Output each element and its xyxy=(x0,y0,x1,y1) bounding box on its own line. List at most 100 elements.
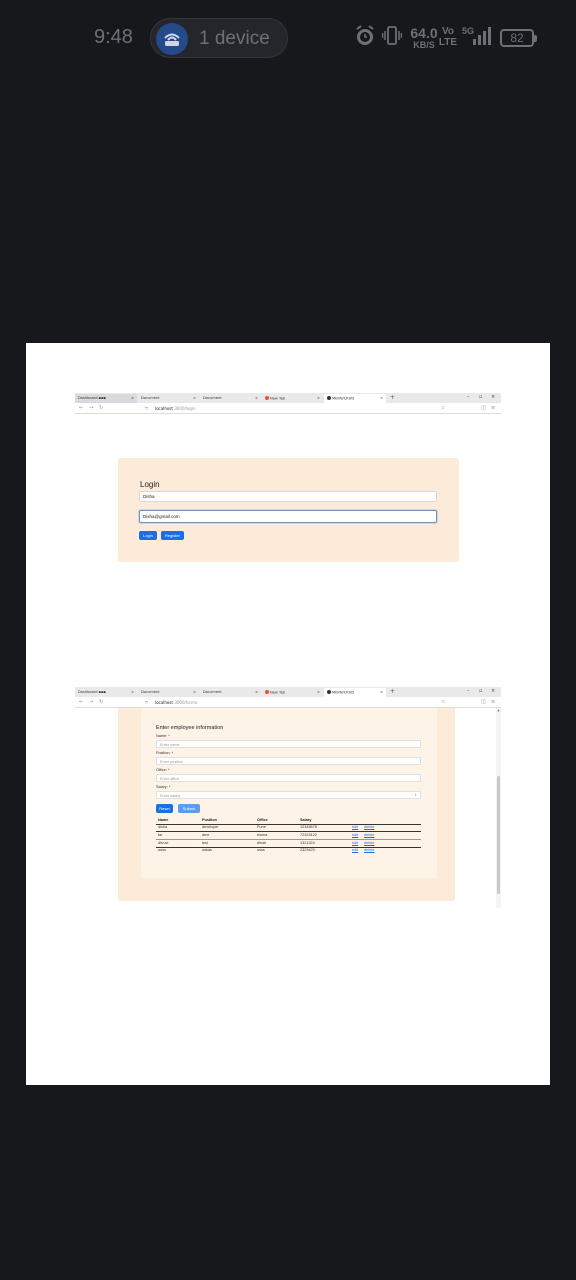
stepper-icon[interactable]: ⇕ xyxy=(414,793,417,797)
alarm-icon xyxy=(356,25,374,45)
forward-icon[interactable]: → xyxy=(89,405,93,411)
signal-icon xyxy=(473,27,491,45)
delete-link[interactable]: delete xyxy=(364,848,374,852)
pocket-icon[interactable]: ◫ xyxy=(481,405,486,411)
username-input[interactable]: Disha xyxy=(139,491,437,502)
column-header: Name xyxy=(158,818,169,822)
star-icon[interactable]: ☆ xyxy=(441,405,445,411)
document-page: Dashboard ▪▪▪ × Document × Document × New T… xyxy=(26,343,550,1085)
browser-tab-active[interactable]: MERN/CRUD × xyxy=(324,394,386,403)
column-header: Salary xyxy=(300,818,312,822)
browser-tab[interactable]: New Tab × xyxy=(262,394,323,403)
employee-screenshot: Dashboard ▪▪▪ × Document × Document × New T… xyxy=(75,687,501,912)
edit-link[interactable]: edit xyxy=(352,833,358,837)
scroll-up-icon[interactable]: ▲ xyxy=(496,708,501,712)
browser-tab[interactable]: Dashboard ▪▪▪ × xyxy=(75,394,137,403)
column-header: Position xyxy=(202,818,217,822)
name-label: Name: * xyxy=(156,734,170,738)
tab-close-icon: × xyxy=(316,396,320,400)
salary-label: Salary: * xyxy=(156,785,171,789)
delete-link[interactable]: delete xyxy=(364,841,374,845)
cast-label: 1 device xyxy=(199,28,270,49)
maximize-icon[interactable]: ▫ xyxy=(479,688,482,694)
tab-close-icon: × xyxy=(379,396,383,400)
tab-close-icon: × xyxy=(192,396,196,400)
tab-close-icon: × xyxy=(379,690,383,694)
github-icon xyxy=(327,690,331,694)
edit-link[interactable]: edit xyxy=(352,825,358,829)
browser-tab[interactable]: Document × xyxy=(138,688,199,697)
office-label: Office: * xyxy=(156,768,170,772)
cast-indicator[interactable]: 1 device xyxy=(150,18,288,58)
new-tab-button[interactable]: + xyxy=(390,688,395,695)
table-divider xyxy=(156,839,421,840)
reload-icon[interactable]: ↻ xyxy=(99,699,103,705)
forward-icon[interactable]: → xyxy=(89,699,93,705)
tab-close-icon: × xyxy=(192,690,196,694)
new-tab-button[interactable]: + xyxy=(390,394,395,401)
star-icon[interactable]: ☆ xyxy=(441,699,445,705)
reload-icon[interactable]: ↻ xyxy=(99,405,103,411)
tab-close-icon: × xyxy=(254,396,258,400)
menu-icon[interactable]: ≡ xyxy=(491,405,495,411)
volte-indicator: Vo LTE xyxy=(438,26,458,48)
delete-link[interactable]: delete xyxy=(364,825,374,829)
close-window-icon[interactable]: × xyxy=(491,688,495,694)
edit-link[interactable]: edit xyxy=(352,841,358,845)
login-title: Login xyxy=(140,480,160,489)
browser-nav-bar: ← → ↻ ⛉ localhost:3000/home ☆ ◫ ≡ xyxy=(75,697,501,708)
browser-nav-bar: ← → ↻ ⛉ localhost:3000/login ☆ ◫ ≡ xyxy=(75,403,501,414)
email-input[interactable]: Disha@gmail.com xyxy=(139,510,437,523)
table-divider xyxy=(156,847,421,848)
browser-tab-bar: Dashboard ▪▪▪ × Document × Document × New T… xyxy=(75,393,501,403)
position-label: Position: * xyxy=(156,751,174,755)
column-header: Office xyxy=(257,818,268,822)
url-bar[interactable]: ⛉ localhost:3000/home xyxy=(145,699,445,706)
position-input[interactable]: Enter position xyxy=(156,757,421,765)
vibrate-icon xyxy=(382,26,402,45)
reset-button[interactable]: Reset xyxy=(156,804,173,813)
pocket-icon[interactable]: ◫ xyxy=(481,699,486,705)
maximize-icon[interactable]: ▫ xyxy=(479,394,482,400)
login-panel: Login Disha Disha@gmail.com Login Regist… xyxy=(118,458,459,562)
minimize-icon[interactable]: – xyxy=(467,688,470,694)
table-divider xyxy=(156,831,421,832)
browser-tab[interactable]: Dashboard ▪▪▪ × xyxy=(75,688,137,697)
edit-link[interactable]: edit xyxy=(352,848,358,852)
back-icon[interactable]: ← xyxy=(79,405,83,411)
browser-tab[interactable]: Document × xyxy=(200,688,261,697)
delete-link[interactable]: delete xyxy=(364,833,374,837)
browser-tab[interactable]: Document × xyxy=(138,394,199,403)
login-button[interactable]: Login xyxy=(139,531,157,540)
back-icon[interactable]: ← xyxy=(79,699,83,705)
status-bar: 9:48 1 device 64.0 KB/S Vo LTE 5G 82 xyxy=(0,0,576,78)
browser-tab[interactable]: Document × xyxy=(200,394,261,403)
github-icon xyxy=(327,396,331,400)
battery-indicator: 82 xyxy=(500,29,537,47)
clock: 9:48 xyxy=(94,26,133,48)
firefox-icon xyxy=(265,396,269,400)
minimize-icon[interactable]: – xyxy=(467,394,470,400)
tab-close-icon: × xyxy=(316,690,320,694)
browser-tab[interactable]: New Tab × xyxy=(262,688,323,697)
office-input[interactable]: Enter office xyxy=(156,774,421,782)
tab-close-icon: × xyxy=(130,396,134,400)
browser-tab-bar: Dashboard ▪▪▪ × Document × Document × New T… xyxy=(75,687,501,697)
table-divider xyxy=(156,824,421,825)
login-screenshot: Dashboard ▪▪▪ × Document × Document × New T… xyxy=(75,393,501,613)
scrollbar-thumb[interactable] xyxy=(497,776,500,894)
page-scrollbar[interactable]: ▲ xyxy=(496,708,501,908)
form-title: Enter employee information xyxy=(156,725,224,731)
shield-icon: ⛉ xyxy=(145,700,148,705)
register-button[interactable]: Register xyxy=(161,531,184,540)
shield-icon: ⛉ xyxy=(145,406,148,411)
menu-icon[interactable]: ≡ xyxy=(491,699,495,705)
employee-panel: Enter employee information Name: * Enter… xyxy=(118,708,455,901)
close-window-icon[interactable]: × xyxy=(491,394,495,400)
tab-close-icon: × xyxy=(254,690,258,694)
salary-input[interactable]: Enter salary ⇕ xyxy=(156,791,421,799)
browser-tab-active[interactable]: MERN/CRUD × xyxy=(324,688,386,697)
name-input[interactable]: Enter name xyxy=(156,740,421,748)
submit-button[interactable]: Submit xyxy=(178,804,200,813)
url-bar[interactable]: ⛉ localhost:3000/login xyxy=(145,405,445,412)
